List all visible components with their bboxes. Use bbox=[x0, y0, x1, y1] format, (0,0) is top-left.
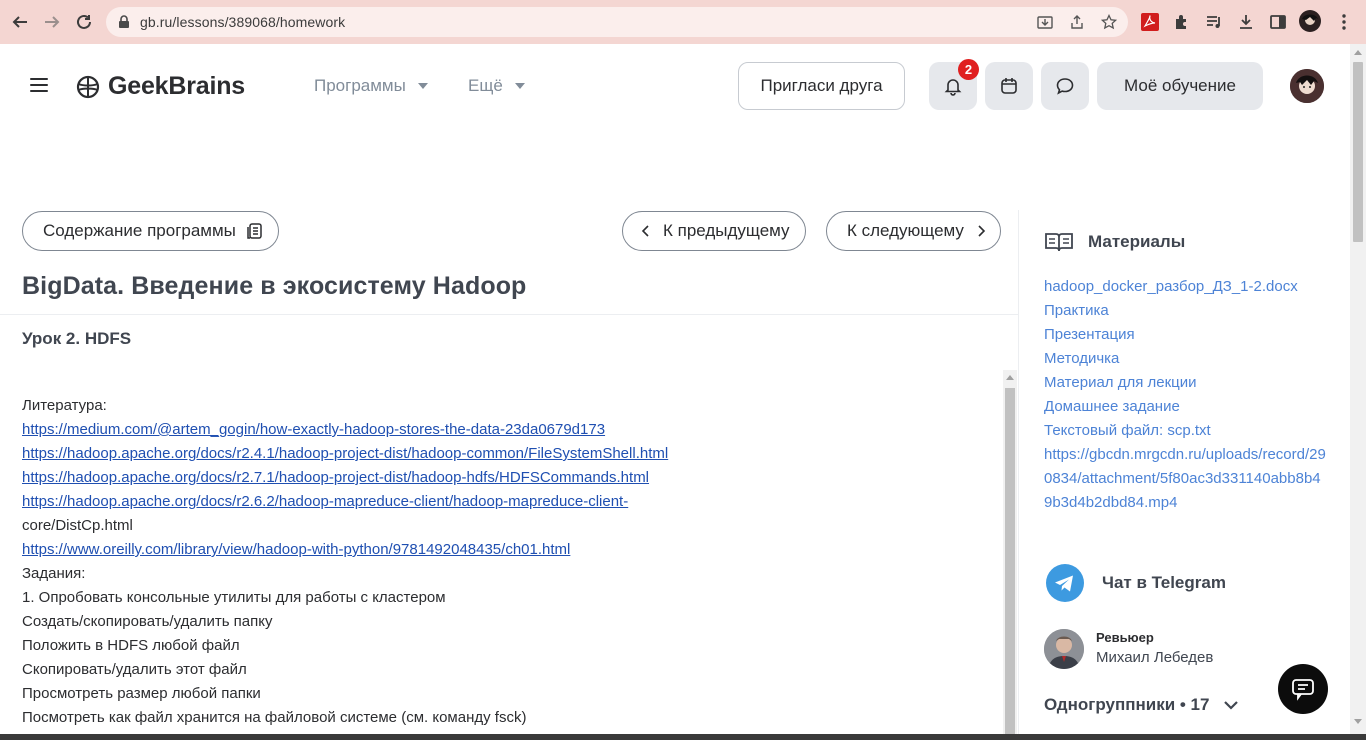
material-link[interactable]: Презентация bbox=[1044, 323, 1328, 347]
pdf-extension-icon[interactable] bbox=[1140, 12, 1160, 32]
document-list-icon bbox=[247, 223, 262, 239]
open-book-icon bbox=[1045, 233, 1073, 252]
my-learning-button[interactable]: Моё обучение bbox=[1097, 62, 1263, 110]
url-text[interactable]: gb.ru/lessons/389068/homework bbox=[140, 14, 345, 30]
menu-more-label: Ещё bbox=[468, 76, 503, 95]
telegram-icon bbox=[1046, 564, 1084, 602]
task-item: Скопировать/удалить этот файл bbox=[22, 661, 247, 678]
calendar-icon bbox=[1001, 78, 1017, 94]
media-playlist-icon[interactable] bbox=[1204, 12, 1224, 32]
share-icon[interactable] bbox=[1069, 14, 1085, 30]
lesson-title: Урок 2. HDFS bbox=[22, 329, 132, 348]
forward-arrow-icon[interactable] bbox=[40, 10, 64, 34]
task-item: Создать/скопировать/удалить папку bbox=[22, 613, 273, 630]
material-link[interactable]: Домашнее задание bbox=[1044, 395, 1328, 419]
chat-message-icon bbox=[1292, 679, 1314, 701]
scroll-down-arrow-icon[interactable] bbox=[1354, 719, 1362, 725]
invite-friend-button[interactable]: Пригласи друга bbox=[738, 62, 905, 110]
caret-down-icon bbox=[514, 83, 525, 89]
menu-programs[interactable]: Программы bbox=[314, 76, 428, 96]
link-continuation-text: core/DistCp.html bbox=[22, 517, 133, 534]
chevron-left-icon bbox=[641, 225, 649, 237]
scroll-up-arrow-icon[interactable] bbox=[1354, 49, 1362, 55]
next-lesson-label: К следующему bbox=[847, 221, 964, 240]
previous-lesson-button[interactable]: К предыдущему bbox=[622, 211, 806, 251]
logo-text: GeekBrains bbox=[108, 72, 245, 100]
next-lesson-button[interactable]: К следующему bbox=[826, 211, 1001, 251]
profile-avatar[interactable] bbox=[1299, 10, 1321, 32]
groupmates-toggle[interactable]: Одногруппники • 17 bbox=[1044, 695, 1239, 715]
program-contents-button[interactable]: Содержание программы bbox=[22, 211, 279, 251]
logo[interactable]: GeekBrains bbox=[76, 72, 245, 101]
user-avatar[interactable] bbox=[1290, 69, 1324, 103]
course-title: BigData. Введение в экосистему Hadoop bbox=[22, 272, 527, 300]
messages-button[interactable] bbox=[1041, 62, 1089, 110]
literature-label: Литература: bbox=[22, 397, 107, 414]
divider bbox=[1018, 210, 1019, 734]
bell-icon bbox=[944, 79, 962, 96]
hamburger-menu-icon[interactable] bbox=[30, 78, 48, 92]
material-link[interactable]: hadoop_docker_разбор_ДЗ_1-2.docx bbox=[1044, 275, 1328, 299]
reload-icon[interactable] bbox=[72, 10, 96, 34]
previous-lesson-label: К предыдущему bbox=[663, 221, 790, 240]
geekbrains-logo-icon bbox=[76, 75, 100, 98]
caret-down-icon bbox=[417, 83, 428, 89]
notification-count-badge: 2 bbox=[958, 59, 979, 80]
groupmates-label: Одногруппники • 17 bbox=[1044, 695, 1210, 714]
page: GeekBrains Программы Ещё Пригласи друга … bbox=[0, 44, 1350, 734]
scroll-up-arrow-icon[interactable] bbox=[1006, 374, 1014, 380]
lock-icon[interactable] bbox=[118, 15, 130, 34]
page-scrollbar[interactable] bbox=[1350, 44, 1366, 734]
materials-header: Материалы bbox=[1044, 230, 1185, 254]
program-contents-label: Содержание программы bbox=[43, 221, 236, 240]
support-chat-button[interactable] bbox=[1278, 664, 1328, 714]
menu-more[interactable]: Ещё bbox=[468, 76, 525, 96]
back-arrow-icon[interactable] bbox=[8, 10, 32, 34]
content-scrollbar[interactable] bbox=[1003, 370, 1017, 734]
task-item: Просмотреть размер любой папки bbox=[22, 685, 261, 702]
install-app-icon[interactable] bbox=[1037, 14, 1053, 30]
chat-bubble-icon bbox=[1056, 78, 1074, 95]
homework-content: Литература: https://medium.com/@artem_go… bbox=[22, 394, 992, 730]
material-link[interactable]: Методичка bbox=[1044, 347, 1328, 371]
material-link[interactable]: https://gbcdn.mrgcdn.ru/uploads/record/2… bbox=[1044, 443, 1328, 515]
browser-toolbar: gb.ru/lessons/389068/homework bbox=[0, 0, 1366, 44]
browser-menu-icon[interactable] bbox=[1334, 12, 1354, 32]
task-item: Посмотреть как файл хранится на файловой… bbox=[22, 709, 527, 726]
chevron-down-icon bbox=[1224, 701, 1239, 710]
downloads-icon[interactable] bbox=[1236, 12, 1256, 32]
scrollbar-thumb[interactable] bbox=[1353, 62, 1363, 242]
side-panel-icon[interactable] bbox=[1268, 12, 1288, 32]
literature-link[interactable]: https://hadoop.apache.org/docs/r2.4.1/ha… bbox=[22, 442, 992, 466]
telegram-chat-link[interactable]: Чат в Telegram bbox=[1046, 564, 1226, 602]
literature-link[interactable]: https://www.oreilly.com/library/view/had… bbox=[22, 538, 992, 562]
reviewer-label: Ревьюер bbox=[1096, 630, 1154, 645]
materials-list: hadoop_docker_разбор_ДЗ_1-2.docx Практик… bbox=[1044, 275, 1328, 515]
material-link[interactable]: Практика bbox=[1044, 299, 1328, 323]
task-item: Положить в HDFS любой файл bbox=[22, 637, 240, 654]
material-link[interactable]: Текстовый файл: scp.txt bbox=[1044, 419, 1328, 443]
literature-link[interactable]: https://hadoop.apache.org/docs/r2.6.2/ha… bbox=[22, 490, 992, 514]
calendar-button[interactable] bbox=[985, 62, 1033, 110]
address-bar[interactable]: gb.ru/lessons/389068/homework bbox=[106, 7, 1128, 37]
literature-link[interactable]: https://medium.com/@artem_gogin/how-exac… bbox=[22, 418, 992, 442]
reviewer-name: Михаил Лебедев bbox=[1096, 649, 1214, 666]
telegram-label: Чат в Telegram bbox=[1102, 573, 1226, 592]
menu-programs-label: Программы bbox=[314, 76, 406, 95]
tasks-label: Задания: bbox=[22, 565, 86, 582]
literature-link[interactable]: https://hadoop.apache.org/docs/r2.7.1/ha… bbox=[22, 466, 992, 490]
reviewer-avatar bbox=[1044, 629, 1084, 669]
bookmark-star-icon[interactable] bbox=[1100, 13, 1118, 30]
extensions-puzzle-icon[interactable] bbox=[1172, 12, 1192, 32]
materials-title: Материалы bbox=[1088, 232, 1186, 251]
material-link[interactable]: Материал для лекции bbox=[1044, 371, 1328, 395]
scrollbar-thumb[interactable] bbox=[1005, 388, 1015, 734]
divider bbox=[0, 314, 1018, 315]
taskbar-edge bbox=[0, 734, 1366, 740]
chevron-right-icon bbox=[978, 225, 986, 237]
task-item: 1. Опробовать консольные утилиты для раб… bbox=[22, 589, 446, 606]
